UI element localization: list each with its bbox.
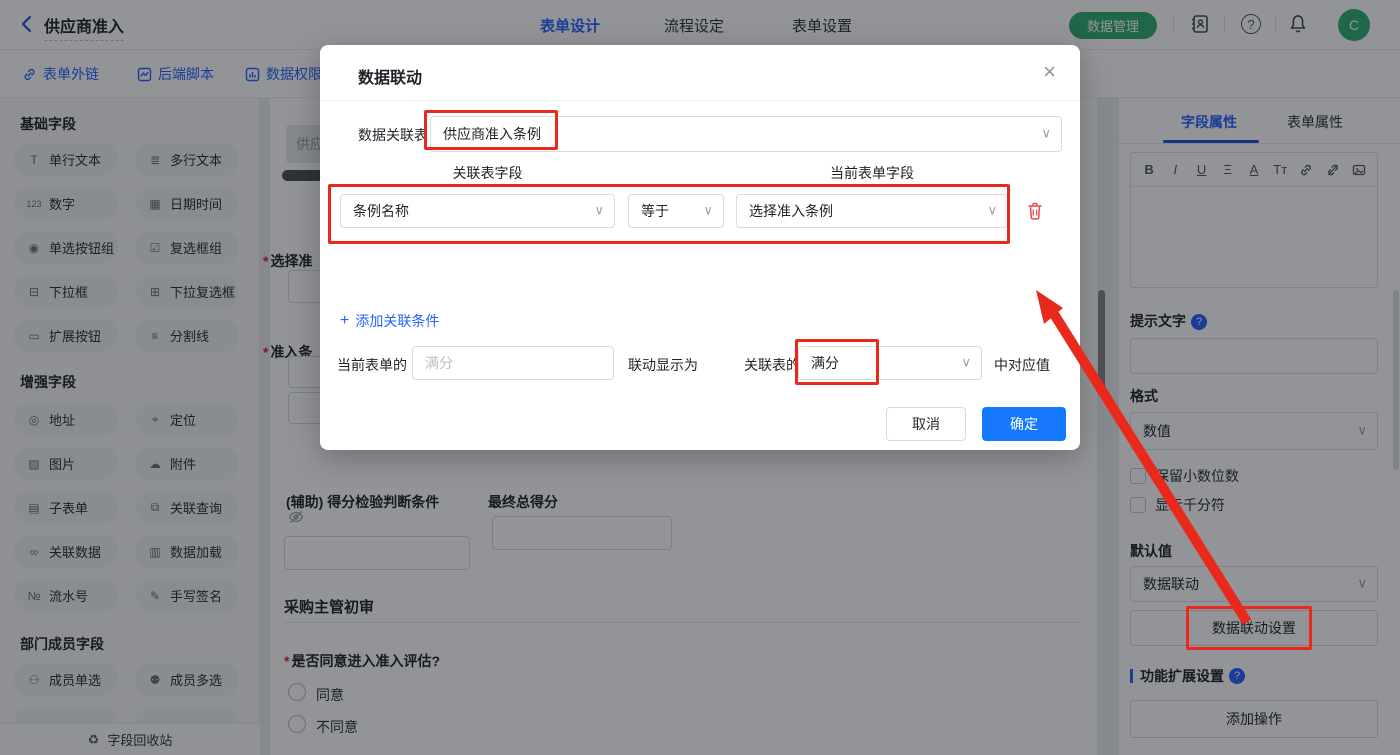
dialog-header-divider [320, 100, 1080, 101]
add-condition-link[interactable]: + 添加关联条件 [340, 311, 439, 331]
chevron-down-icon: ∨ [987, 202, 997, 218]
relation-value-field-select[interactable]: 满分 ∨ [798, 346, 982, 380]
column-header-current-field: 当前表单字段 [736, 163, 1008, 183]
current-form-field-select[interactable]: 选择准入条例 ∨ [736, 194, 1008, 228]
plus-icon: + [340, 312, 349, 330]
relation-field-select[interactable]: 条例名称 ∨ [340, 194, 615, 228]
app-root: 供应商准入 表单设计 流程设定 表单设置 数据管理 ? C 表单外链 [0, 0, 1400, 755]
relation-table-prefix-label: 关联表的 [744, 355, 800, 375]
chevron-down-icon: ∨ [961, 354, 971, 370]
chevron-down-icon: ∨ [594, 202, 604, 218]
add-condition-label: 添加关联条件 [355, 311, 439, 331]
operator-select[interactable]: 等于 ∨ [628, 194, 724, 228]
corresponding-value-label: 中对应值 [994, 355, 1050, 375]
relation-table-select[interactable]: 供应商准入条例 ∨ [430, 116, 1062, 152]
data-linkage-dialog: 数据联动 × 数据关联表 供应商准入条例 ∨ 关联表字段 当前表单字段 条例名称… [320, 45, 1080, 450]
linkage-display-as-label: 联动显示为 [628, 355, 698, 375]
chevron-down-icon: ∨ [1041, 125, 1051, 141]
dialog-title: 数据联动 [358, 64, 422, 88]
cancel-button[interactable]: 取消 [886, 407, 966, 441]
relation-field-select-value: 条例名称 [353, 201, 409, 221]
confirm-button[interactable]: 确定 [982, 407, 1066, 441]
chevron-down-icon: ∨ [703, 202, 713, 218]
column-header-relation-field: 关联表字段 [340, 163, 635, 183]
relation-table-label: 数据关联表 [358, 125, 428, 145]
close-icon[interactable]: × [1043, 59, 1056, 85]
current-form-prefix-label: 当前表单的 [337, 355, 407, 375]
current-form-field-select-value: 选择准入条例 [749, 201, 833, 221]
relation-value-field-select-value: 满分 [811, 353, 839, 373]
operator-select-value: 等于 [641, 201, 669, 221]
delete-condition-trash-icon[interactable] [1026, 201, 1044, 221]
display-field-input[interactable] [412, 346, 614, 380]
relation-table-select-value: 供应商准入条例 [443, 124, 541, 144]
